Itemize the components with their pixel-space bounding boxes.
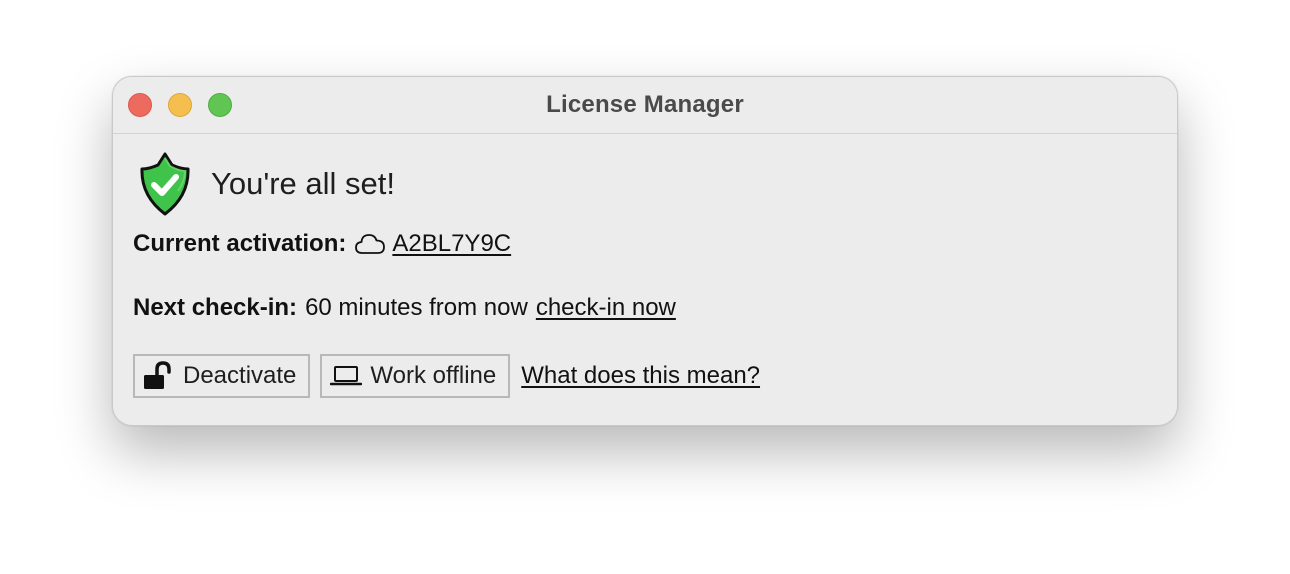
- status-headline: You're all set!: [211, 166, 396, 201]
- laptop-icon: [330, 366, 363, 386]
- cloud-icon: [355, 234, 386, 254]
- deactivate-button[interactable]: Deactivate: [133, 354, 311, 398]
- unlocked-padlock-icon: [144, 361, 171, 389]
- title-bar[interactable]: License Manager: [113, 77, 1177, 134]
- shield-check-icon: [140, 152, 190, 216]
- deactivate-label: Deactivate: [183, 362, 297, 389]
- checkin-label: Next check-in:: [133, 294, 298, 321]
- work-offline-label: Work offline: [370, 362, 497, 389]
- activation-label: Current activation:: [133, 230, 347, 257]
- checkin-row: Next check-in: 60 minutes from now check…: [133, 294, 676, 322]
- help-link[interactable]: What does this mean?: [521, 362, 760, 390]
- window-title: License Manager: [546, 91, 744, 118]
- license-manager-window: License Manager You're all set! Current …: [112, 76, 1178, 426]
- action-buttons: Deactivate Work offline What does this m…: [133, 354, 760, 398]
- work-offline-button[interactable]: Work offline: [320, 354, 511, 398]
- status-header: You're all set!: [139, 152, 395, 216]
- checkin-now-link[interactable]: check-in now: [536, 294, 676, 322]
- checkin-value: 60 minutes from now: [305, 294, 528, 321]
- activation-row: Current activation: A2BL7Y9C: [133, 230, 511, 258]
- activation-code-link[interactable]: A2BL7Y9C: [392, 230, 511, 258]
